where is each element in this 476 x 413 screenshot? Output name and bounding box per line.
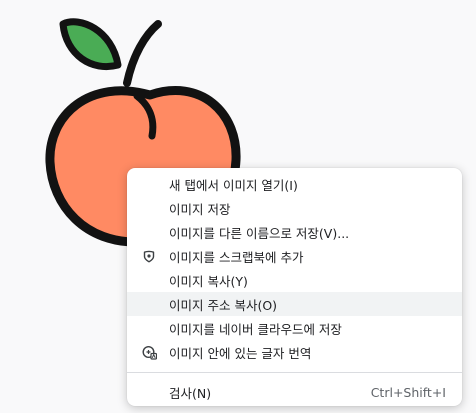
menu-item-save-image-as[interactable]: 이미지를 다른 이름으로 저장(V)... <box>127 220 462 244</box>
menu-item-label: 이미지 안에 있는 글자 번역 <box>169 345 312 361</box>
translate-icon <box>141 344 157 360</box>
menu-item-save-image[interactable]: 이미지 저장 <box>127 196 462 220</box>
menu-item-label: 새 탭에서 이미지 열기(I) <box>169 177 298 193</box>
menu-item-label: 이미지 복사(Y) <box>169 273 248 289</box>
menu-item-label: 검사(N) <box>169 385 212 401</box>
menu-item-label: 이미지 주소 복사(O) <box>169 297 278 313</box>
menu-item-copy-image[interactable]: 이미지 복사(Y) <box>127 268 462 292</box>
menu-item-copy-image-address[interactable]: 이미지 주소 복사(O) <box>127 292 462 316</box>
menu-separator <box>127 372 462 373</box>
menu-item-label: 이미지를 네이버 클라우드에 저장 <box>169 321 342 337</box>
scrapbook-icon <box>141 248 157 264</box>
menu-item-inspect[interactable]: 검사(N) Ctrl+Shift+I <box>127 380 462 404</box>
menu-item-translate-image-text[interactable]: 이미지 안에 있는 글자 번역 <box>127 340 462 364</box>
menu-item-label: 이미지를 다른 이름으로 저장(V)... <box>169 225 350 241</box>
menu-item-label: 이미지를 스크랩북에 추가 <box>169 249 304 265</box>
context-menu: 새 탭에서 이미지 열기(I) 이미지 저장 이미지를 다른 이름으로 저장(V… <box>127 168 462 406</box>
menu-item-save-to-naver-cloud[interactable]: 이미지를 네이버 클라우드에 저장 <box>127 316 462 340</box>
menu-item-label: 이미지 저장 <box>169 201 231 217</box>
menu-item-open-image-new-tab[interactable]: 새 탭에서 이미지 열기(I) <box>127 172 462 196</box>
leaf-icon <box>59 18 122 70</box>
menu-item-shortcut: Ctrl+Shift+I <box>370 384 446 400</box>
menu-item-add-to-scrapbook[interactable]: 이미지를 스크랩북에 추가 <box>127 244 462 268</box>
